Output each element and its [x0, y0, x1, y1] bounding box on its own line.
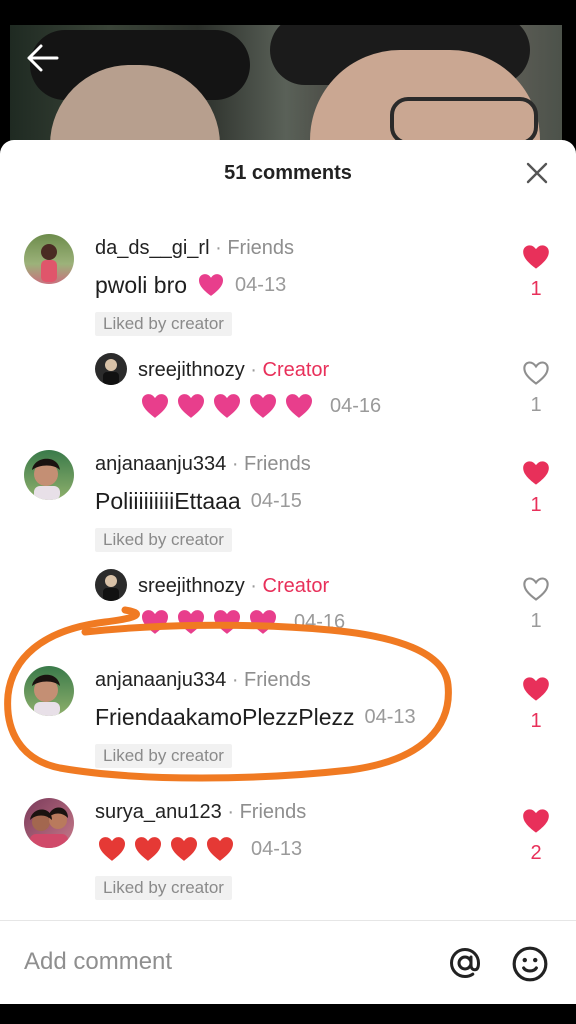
comment-date: 04-15	[250, 490, 302, 512]
creator-tag: Creator	[262, 359, 330, 381]
comment-text: pwoli bro	[95, 272, 188, 298]
pink-heart-emoji-icon	[250, 610, 276, 634]
username-text: anjanaanju334	[95, 453, 227, 475]
avatar[interactable]	[24, 666, 74, 716]
comment-date: 04-13	[235, 274, 287, 296]
username-text: anjanaanju334	[95, 669, 227, 691]
relation-tag: Friends	[244, 453, 311, 475]
like-count: 2	[530, 842, 542, 864]
red-heart-emoji-icon	[171, 837, 197, 861]
pink-heart-emoji-icon	[178, 610, 204, 634]
heart-icon	[523, 677, 549, 701]
liked-by-creator-badge: Liked by creator	[95, 312, 232, 336]
relation-tag: Friends	[244, 669, 311, 691]
comment-username[interactable]: sreejithnozy · Creator	[138, 574, 329, 598]
pink-heart-emoji-icon	[286, 394, 312, 418]
mention-button[interactable]	[446, 944, 484, 982]
red-heart-emoji-icon	[99, 837, 125, 861]
comment-username[interactable]: sreejithnozy · Creator	[138, 358, 329, 382]
like-count: 1	[530, 394, 542, 416]
heart-outline-icon	[523, 577, 549, 601]
pink-heart-emoji-icon	[142, 610, 168, 634]
comment-body: FriendaakamoPlezzPlezz 04-13	[95, 702, 416, 732]
relation-tag: Friends	[227, 237, 295, 259]
like-count: 1	[530, 278, 542, 300]
like-count: 1	[530, 610, 542, 632]
username-text: surya_anu123	[95, 801, 222, 823]
system-nav-strip	[0, 1004, 576, 1024]
like-button[interactable]: 1	[518, 576, 554, 633]
like-button[interactable]: 1	[518, 244, 554, 301]
pink-heart-emoji-icon	[142, 394, 168, 418]
like-button[interactable]: 1	[518, 360, 554, 417]
back-button[interactable]	[22, 38, 62, 78]
close-button[interactable]	[520, 156, 554, 190]
close-icon	[526, 162, 548, 184]
comments-count-title: 51 comments	[224, 162, 352, 184]
avatar[interactable]	[95, 353, 127, 385]
creator-tag: Creator	[262, 575, 330, 597]
pink-heart-emoji-icon	[214, 610, 240, 634]
username-text: sreejithnozy	[138, 575, 245, 597]
comment-body: 04-16	[140, 391, 381, 421]
pink-heart-emoji-icon	[214, 394, 240, 418]
back-arrow-icon	[27, 44, 59, 72]
at-sign-icon	[449, 947, 481, 979]
heart-icon	[523, 461, 549, 485]
pink-heart-emoji-icon	[199, 274, 224, 296]
red-heart-emoji-icon	[135, 837, 161, 861]
add-comment-input[interactable]: Add comment	[24, 946, 172, 978]
avatar[interactable]	[24, 798, 74, 848]
emoji-button[interactable]	[510, 944, 550, 984]
pink-heart-emoji-icon	[178, 394, 204, 418]
comment-date: 04-16	[294, 611, 346, 633]
comment-body: PoliiiiiiiiiEttaaa 04-15	[95, 486, 302, 516]
avatar[interactable]	[24, 450, 74, 500]
comment-username[interactable]: da_ds__gi_rl · Friends	[95, 236, 294, 260]
comment-username[interactable]: anjanaanju334 · Friends	[95, 668, 311, 692]
username-text: da_ds__gi_rl	[95, 237, 210, 259]
avatar[interactable]	[24, 234, 74, 284]
like-button[interactable]: 2	[518, 808, 554, 865]
heart-icon	[523, 245, 549, 269]
comment-body: 04-13	[97, 834, 302, 864]
heart-icon	[523, 809, 549, 833]
comment-body: pwoli bro 04-13	[95, 270, 286, 300]
avatar[interactable]	[95, 569, 127, 601]
comment-username[interactable]: anjanaanju334 · Friends	[95, 452, 311, 476]
comment-text: FriendaakamoPlezzPlezz	[95, 704, 355, 730]
comment-username[interactable]: surya_anu123 · Friends	[95, 800, 306, 824]
liked-by-creator-badge: Liked by creator	[95, 528, 232, 552]
comment-date: 04-16	[330, 395, 382, 417]
comment-body: 04-16	[140, 607, 345, 637]
comment-text: PoliiiiiiiiiEttaaa	[95, 488, 241, 514]
username-text: sreejithnozy	[138, 359, 245, 381]
like-button[interactable]: 1	[518, 676, 554, 733]
pink-heart-emoji-icon	[250, 394, 276, 418]
like-count: 1	[530, 710, 542, 732]
liked-by-creator-badge: Liked by creator	[95, 744, 232, 768]
emoji-icon	[512, 946, 548, 982]
like-count: 1	[530, 494, 542, 516]
liked-by-creator-badge: Liked by creator	[95, 876, 232, 900]
like-button[interactable]: 1	[518, 460, 554, 517]
red-heart-emoji-icon	[207, 837, 233, 861]
heart-outline-icon	[523, 361, 549, 385]
relation-tag: Friends	[239, 801, 307, 823]
comment-date: 04-13	[251, 838, 303, 860]
comment-date: 04-13	[364, 706, 416, 728]
